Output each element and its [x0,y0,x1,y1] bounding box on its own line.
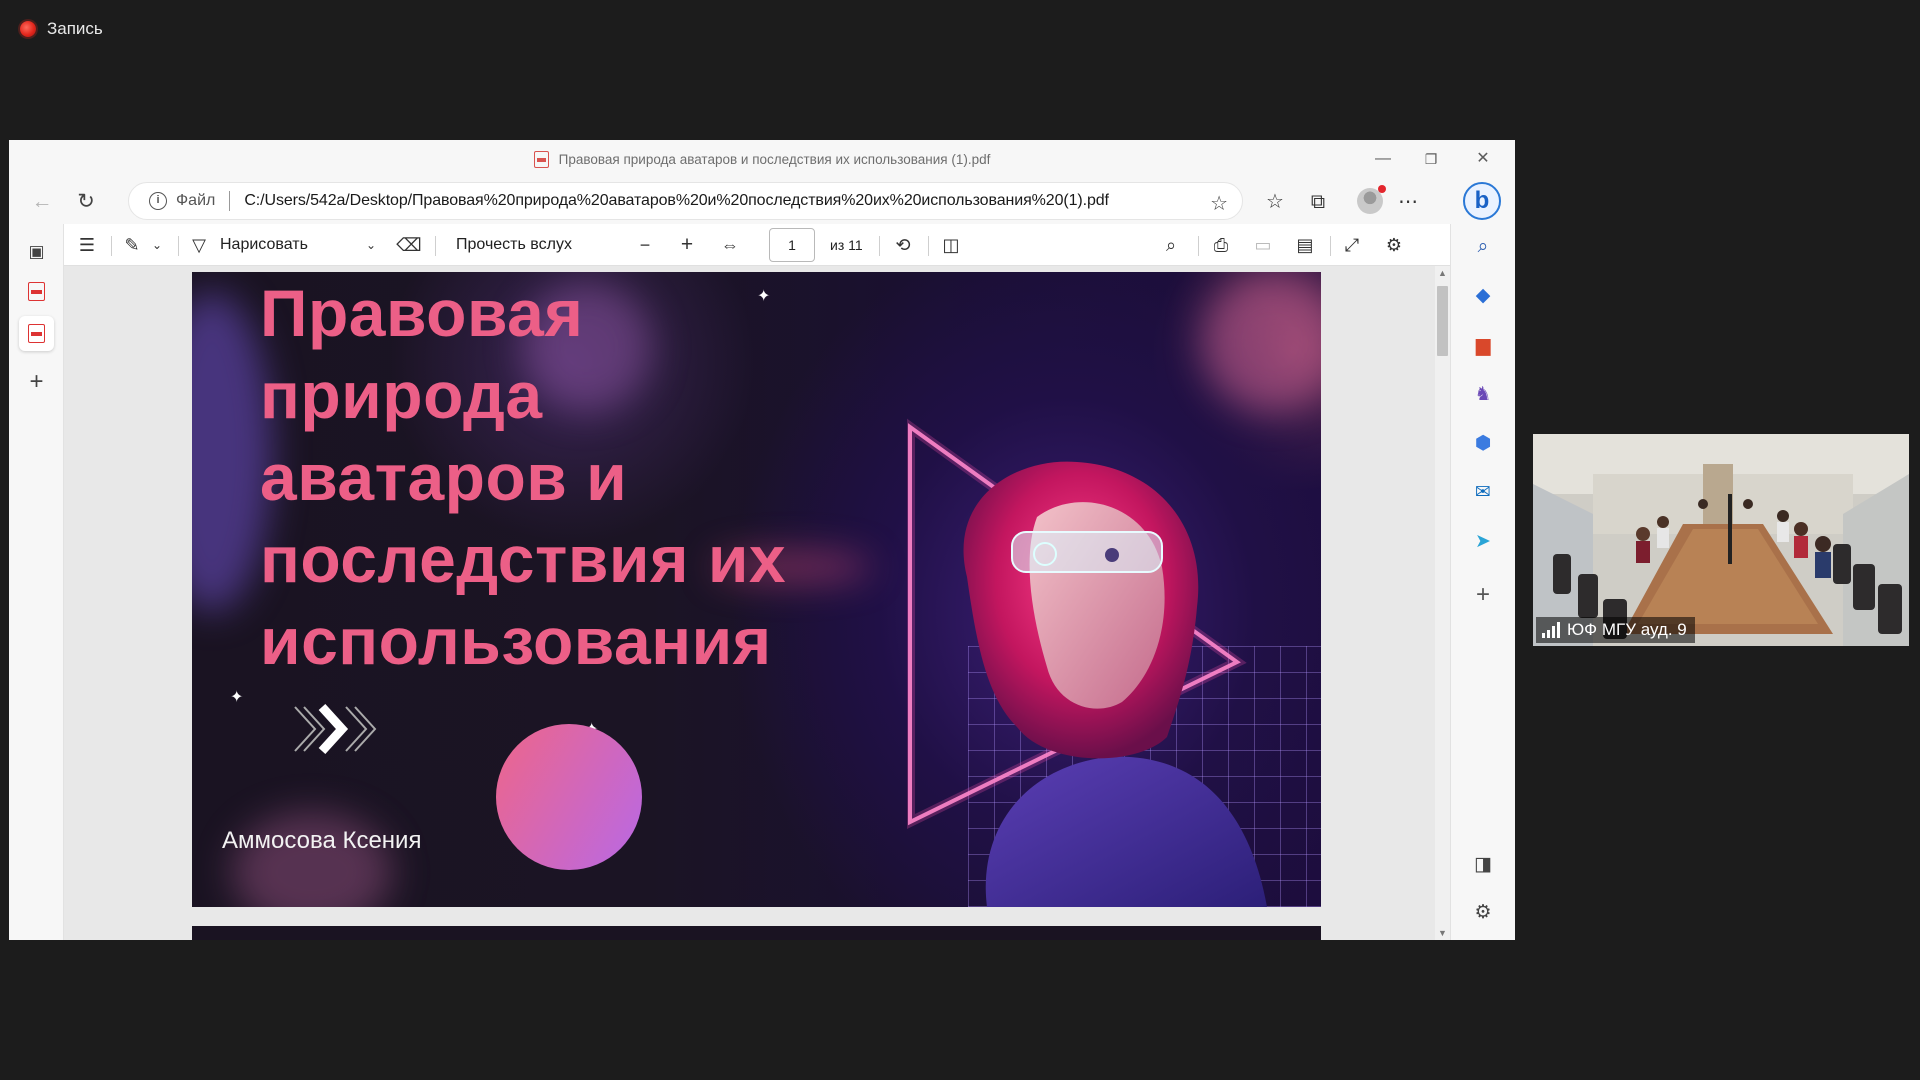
draw-chevron-icon[interactable]: ⌄ [362,224,380,266]
decorative-circle [496,724,642,870]
chevrons-icon [294,704,377,754]
slide-title: Правовая природа аватаров и последствия … [260,272,900,682]
favorites-icon[interactable]: ☆ [1259,186,1291,218]
recording-indicator: Запись [20,19,103,39]
shopping-tag-icon[interactable]: ◆ [1468,281,1498,311]
participant-label: ЮФ МГУ ауд. 9 [1536,617,1695,643]
highlight-icon[interactable]: ✎ [119,224,145,266]
bing-copilot-icon[interactable]: b [1463,182,1501,220]
url-text[interactable]: C:/Users/542a/Desktop/Правовая%20природа… [244,192,1109,210]
print-icon[interactable]: ⎙ [1207,224,1235,266]
vertical-tabs: ▣ + [9,224,64,940]
slide-title-line: аватаров и [260,440,628,514]
participant-name: ЮФ МГУ ауд. 9 [1567,620,1687,639]
page-total: из 11 [830,237,863,253]
slide-title-line: последствия их [260,522,787,596]
more-options-icon[interactable]: ⋯ [1392,186,1424,218]
navigation-bar: ← ↻ i Файл C:/Users/542a/Desktop/Правова… [9,178,1515,224]
tools-briefcase-icon[interactable]: ▆ [1468,331,1498,361]
slide-page-2-edge [192,926,1321,940]
add-sidebar-app-icon[interactable]: + [1468,580,1498,610]
conference-room-video [1533,434,1909,646]
pdf-viewport[interactable]: ✦ ✦ ✦ Правовая природа аватаров и послед… [64,266,1435,940]
search-icon[interactable]: ⌕ [1157,224,1185,266]
highlight-chevron-icon[interactable]: ⌄ [148,224,166,266]
slide-title-line: природа [260,358,543,432]
games-icon[interactable]: ♞ [1468,380,1498,410]
refresh-icon[interactable]: ↻ [70,186,102,218]
pdf-icon [28,324,45,343]
restore-button[interactable]: ❐ [1408,148,1454,170]
slide-title-line: использования [260,604,772,678]
draw-button[interactable]: Нарисовать [220,224,308,266]
sparkle-icon: ✦ [230,689,244,706]
title-bar: Правовая природа аватаров и последствия … [9,140,1515,178]
neon-portrait-image [907,418,1267,907]
eraser-icon[interactable]: ⌫ [396,224,422,266]
draw-icon[interactable]: ▽ [186,224,212,266]
recording-label: Запись [47,19,103,38]
pdf-icon [28,282,45,301]
slide-page-1: ✦ ✦ ✦ Правовая природа аватаров и послед… [192,272,1321,907]
record-icon [20,21,36,37]
microsoft-365-icon[interactable]: ⬢ [1468,429,1498,459]
pdf-toolbar: ☰ ✎ ⌄ ▽ Нарисовать ⌄ ⌫ Прочесть вслух − … [64,224,1450,266]
sidebar-search-icon[interactable]: ⌕ [1468,232,1498,262]
pdf-file-icon [533,151,549,168]
site-label: Файл [176,192,216,209]
tab-pdf-1[interactable] [19,274,54,309]
zoom-in-icon[interactable]: + [674,224,700,266]
save-icon[interactable]: ▭ [1249,224,1277,266]
info-icon[interactable]: i [149,192,167,210]
vertical-scrollbar[interactable]: ▲ ▼ [1435,266,1450,940]
scrollbar-thumb[interactable] [1437,286,1448,356]
zoom-out-icon[interactable]: − [632,224,658,266]
edge-sidebar: ⌕ ◆ ▆ ♞ ⬢ ✉ ➤ + ◨ ⚙ [1450,224,1515,940]
scroll-up-icon[interactable]: ▲ [1437,268,1448,278]
glow-decoration [1202,272,1321,412]
slide-author: Аммосова Ксения [222,827,422,854]
page-view-icon[interactable]: ◫ [937,224,965,266]
tab-actions-icon[interactable]: ▣ [19,234,54,269]
signal-strength-icon [1542,622,1560,638]
hide-sidebar-icon[interactable]: ◨ [1468,850,1498,880]
outlook-icon[interactable]: ✉ [1468,478,1498,508]
fullscreen-icon[interactable]: ⤢ [1338,224,1366,266]
page-number-input[interactable]: 1 [769,228,815,262]
rotate-icon[interactable]: ⟲ [889,224,917,266]
back-icon[interactable]: ← [26,186,58,218]
slide-title-line: Правовая [260,276,584,350]
window-title: Правовая природа аватаров и последствия … [558,152,991,167]
fit-page-icon[interactable]: ⇔ [716,224,744,266]
collections-icon[interactable]: ⧉ [1302,186,1334,218]
close-button[interactable]: ✕ [1460,148,1506,170]
add-favorite-icon[interactable]: ☆ [1210,191,1228,216]
settings-icon[interactable]: ⚙ [1380,224,1408,266]
browser-window: Правовая природа аватаров и последствия … [9,140,1515,940]
drop-send-icon[interactable]: ➤ [1468,527,1498,557]
save-as-icon[interactable]: ▤ [1291,224,1319,266]
sidebar-settings-icon[interactable]: ⚙ [1468,898,1498,928]
profile-avatar-icon[interactable] [1357,185,1386,214]
tab-pdf-active[interactable] [19,316,54,351]
minimize-button[interactable]: — [1360,148,1406,170]
read-aloud-button[interactable]: Прочесть вслух [456,224,572,266]
scroll-down-icon[interactable]: ▼ [1437,928,1448,938]
new-tab-icon[interactable]: + [19,364,54,399]
video-participant-tile[interactable]: ЮФ МГУ ауд. 9 [1533,434,1909,646]
contents-icon[interactable]: ☰ [74,224,100,266]
address-bar[interactable]: i Файл C:/Users/542a/Desktop/Правовая%20… [128,182,1243,220]
